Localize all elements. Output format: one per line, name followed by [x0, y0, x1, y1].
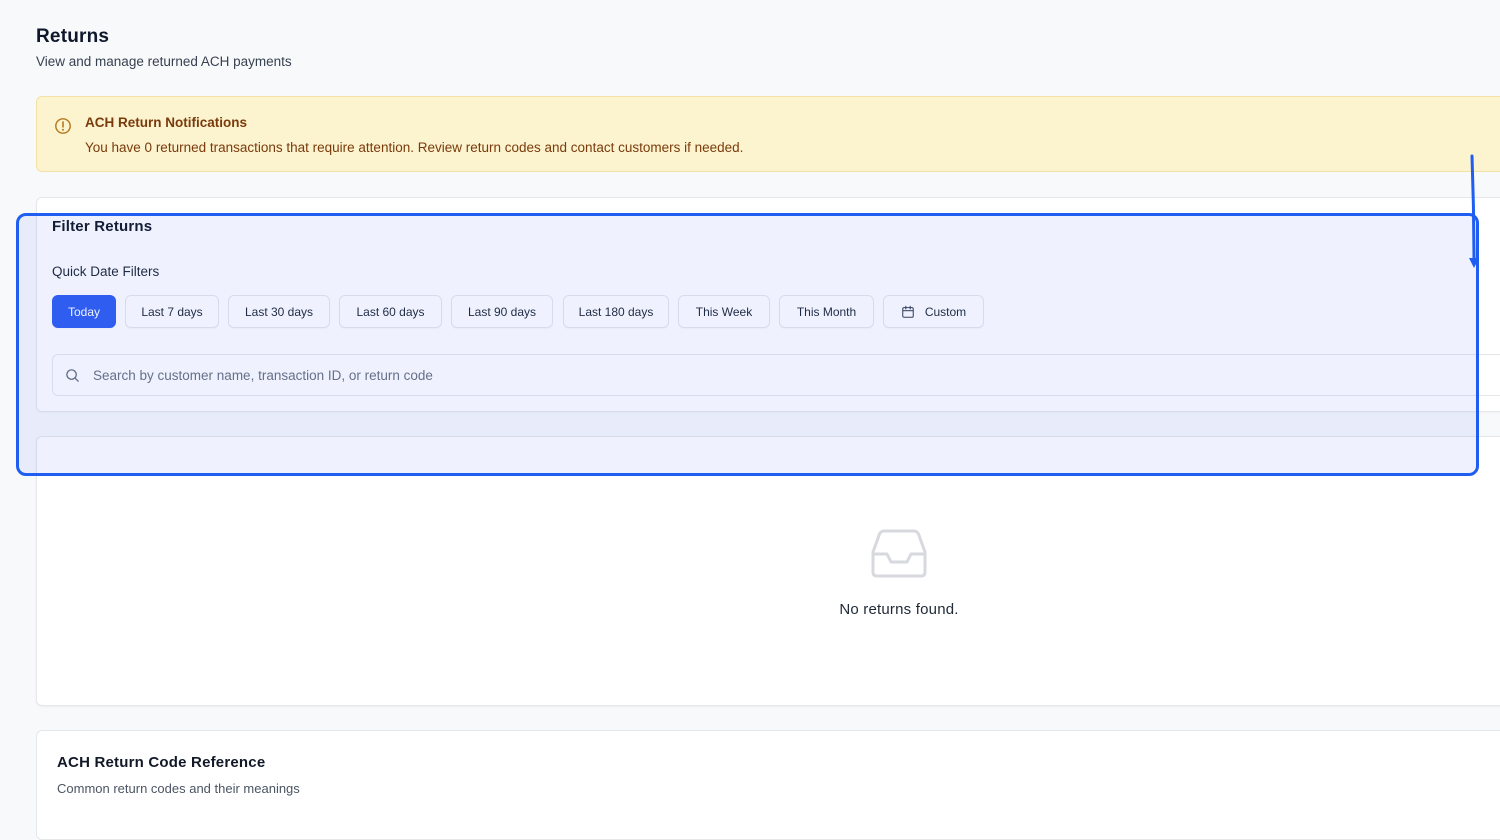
results-card — [36, 436, 1500, 706]
annotation-arrow-icon — [1469, 154, 1479, 268]
page-subtitle: View and manage returned ACH payments — [36, 54, 292, 69]
alert-message: You have 0 returned transactions that re… — [85, 140, 744, 155]
page-title: Returns — [36, 26, 110, 47]
inbox-icon — [871, 529, 927, 578]
highlight-box — [16, 213, 1479, 476]
ach-return-alert: ACH Return Notifications You have 0 retu… — [36, 96, 1500, 172]
empty-state-message: No returns found. — [839, 601, 959, 618]
reference-title: ACH Return Code Reference — [57, 754, 266, 771]
alert-title: ACH Return Notifications — [85, 115, 247, 130]
alert-circle-icon — [55, 118, 71, 134]
reference-subtitle: Common return codes and their meanings — [57, 781, 300, 796]
